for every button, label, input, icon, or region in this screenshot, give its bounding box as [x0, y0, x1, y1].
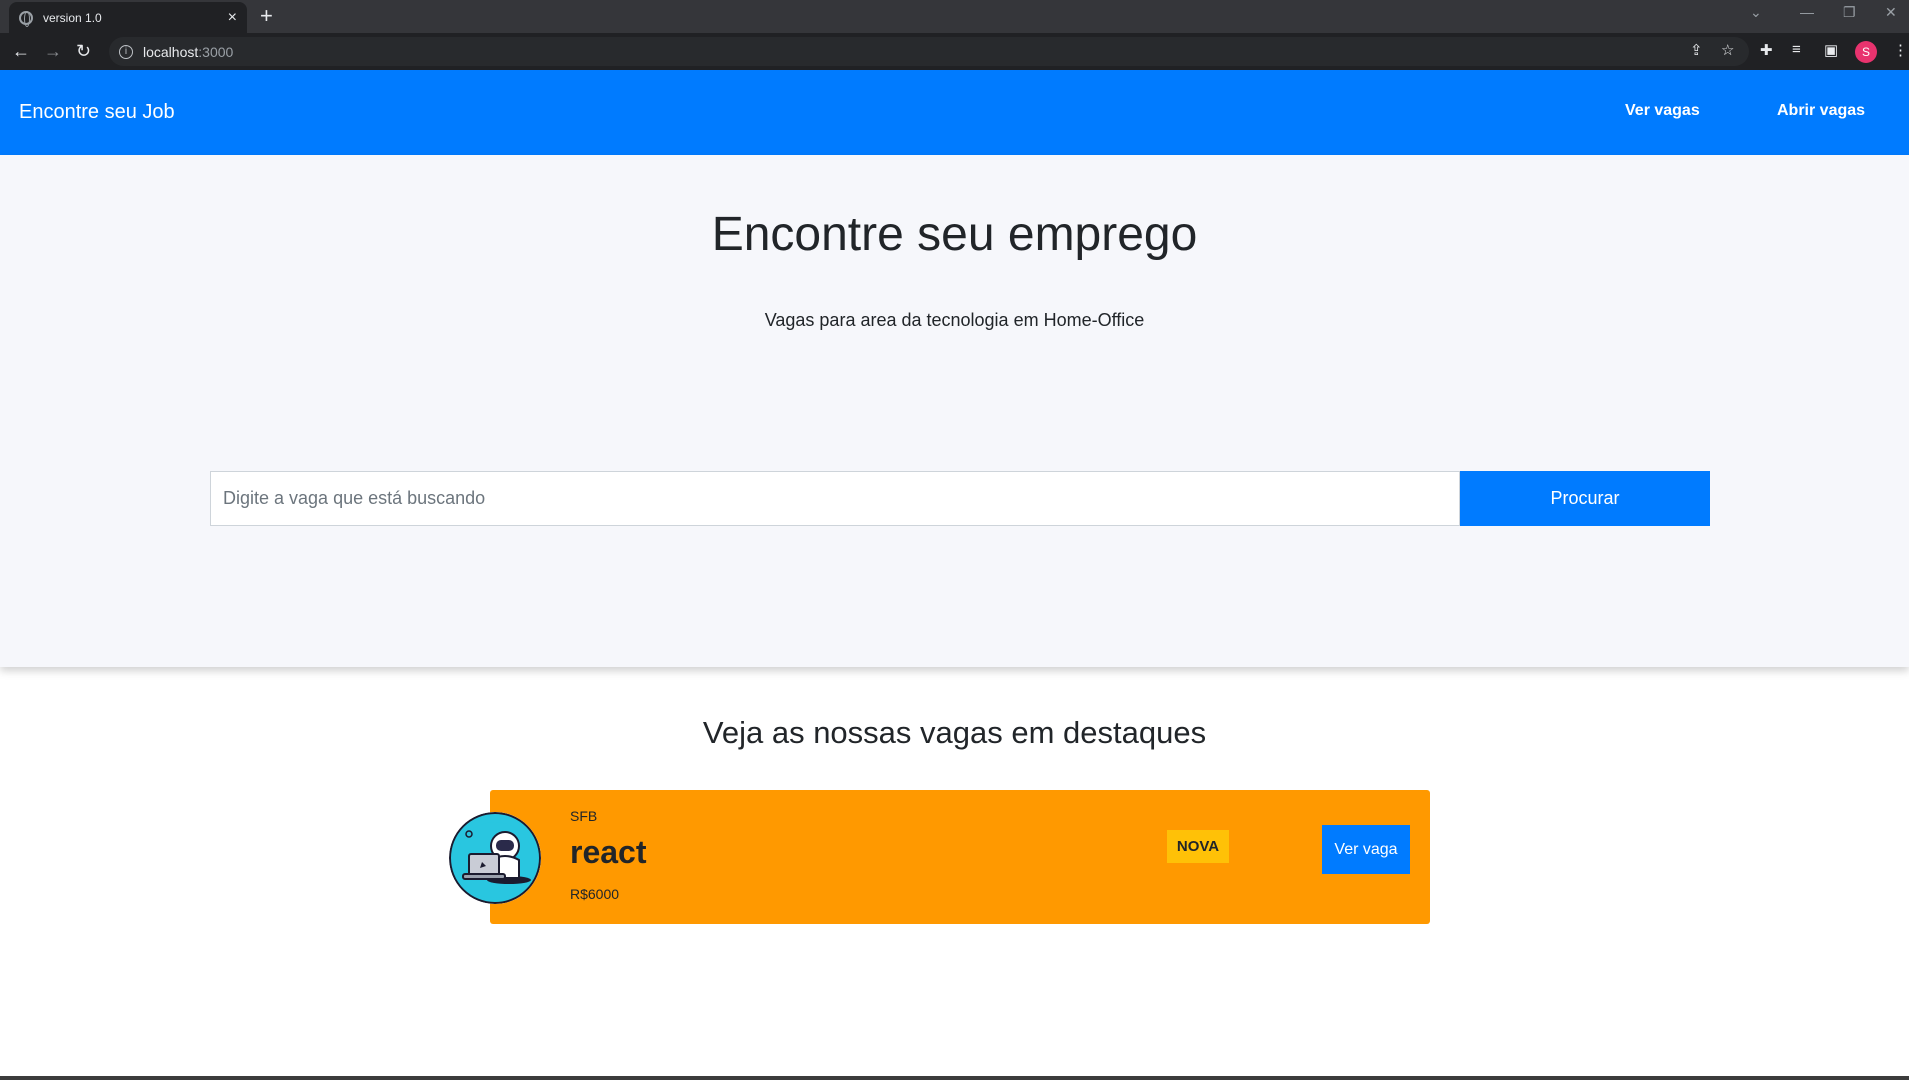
browser-toolbar: ← → ↻ i localhost:3000 ⇪ ☆ ✚ ≡ ▣ S ⋮ [0, 33, 1909, 70]
extensions-icon[interactable]: ✚ [1760, 41, 1773, 59]
company-logo [449, 812, 541, 904]
nav-abrir-vagas[interactable]: Abrir vagas [1777, 102, 1865, 120]
back-icon[interactable]: ← [12, 40, 30, 62]
profile-avatar[interactable]: S [1855, 41, 1877, 63]
url-port: :3000 [198, 43, 234, 60]
nav-ver-vagas[interactable]: Ver vagas [1625, 102, 1700, 120]
browser-tab[interactable]: version 1.0 × [9, 2, 247, 33]
minimize-icon[interactable]: — [1800, 4, 1814, 20]
menu-icon[interactable]: ⋮ [1893, 41, 1908, 59]
search-input[interactable] [210, 471, 1460, 526]
new-badge: NOVA [1167, 830, 1229, 863]
site-header: Encontre seu Job Ver vagas Abrir vagas [0, 70, 1909, 155]
bookmark-star-icon[interactable]: ☆ [1721, 41, 1734, 59]
new-tab-button[interactable]: + [260, 4, 273, 28]
job-role: react [570, 834, 647, 870]
window-close-icon[interactable]: ✕ [1885, 4, 1897, 21]
tab-search-icon[interactable]: ⌄ [1750, 4, 1762, 21]
search-button[interactable]: Procurar [1460, 471, 1710, 526]
globe-icon [19, 10, 33, 27]
hero-subtitle: Vagas para area da tecnologia em Home-Of… [764, 310, 1145, 330]
job-company: SFB [570, 808, 598, 824]
astronaut-laptop-icon [449, 812, 541, 904]
view-job-button[interactable]: Ver vaga [1322, 825, 1410, 874]
url-host: localhost [143, 43, 199, 60]
reload-icon[interactable]: ↻ [76, 40, 91, 62]
address-bar[interactable]: i localhost:3000 [109, 37, 1749, 66]
restore-icon[interactable]: ❐ [1843, 4, 1856, 21]
tab-title: version 1.0 [43, 10, 102, 25]
browser-tab-bar: version 1.0 × + ⌄ — ❐ ✕ [0, 0, 1909, 33]
close-tab-icon[interactable]: × [228, 9, 237, 27]
page: Encontre seu Job Ver vagas Abrir vagas E… [0, 70, 1909, 1076]
hero-section: Encontre seu emprego Vagas para area da … [0, 155, 1909, 667]
job-salary: R$6000 [570, 886, 620, 902]
featured-title: Veja as nossas vagas em destaques [702, 715, 1207, 750]
site-brand[interactable]: Encontre seu Job [19, 101, 175, 124]
site-info-icon[interactable]: i [119, 44, 133, 59]
hero-title: Encontre seu emprego [711, 208, 1198, 261]
forward-icon[interactable]: → [44, 40, 62, 62]
share-icon[interactable]: ⇪ [1690, 41, 1703, 59]
taskbar-edge [0, 1076, 1909, 1080]
side-panel-icon[interactable]: ▣ [1824, 41, 1838, 59]
media-icon[interactable]: ≡ [1792, 41, 1801, 58]
